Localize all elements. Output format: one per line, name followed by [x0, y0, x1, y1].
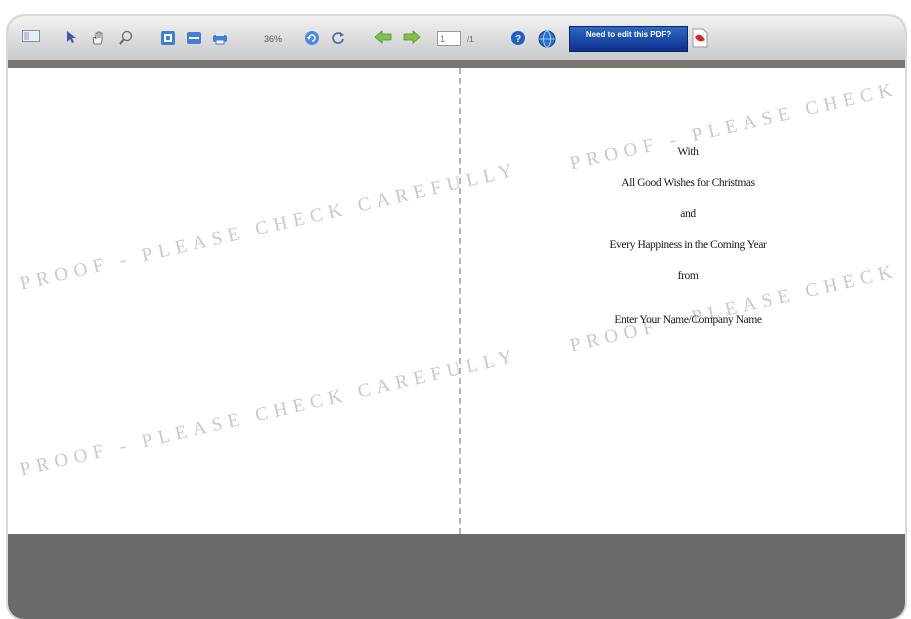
pdf-file-icon[interactable]: [692, 28, 708, 53]
card-line: from: [677, 270, 699, 282]
toolbar: 36% /1 ? Need to edit this PDF?: [8, 16, 905, 61]
previous-page-icon[interactable]: [374, 30, 392, 44]
help-icon[interactable]: ?: [510, 30, 526, 46]
next-page-icon[interactable]: [403, 30, 421, 44]
fit-page-icon[interactable]: [160, 30, 176, 46]
toolbar-divider: [8, 60, 905, 68]
page-number-input[interactable]: [437, 31, 461, 46]
card-line: All Good Wishes for Christmas: [621, 177, 755, 189]
fit-width-icon[interactable]: [186, 30, 202, 46]
page-total: /1: [467, 35, 474, 44]
card-line: With: [677, 146, 699, 158]
hand-tool-icon[interactable]: [90, 30, 106, 46]
pdf-viewer-window: 36% /1 ? Need to edit this PDF? PROOF - …: [8, 16, 905, 619]
card-line: Enter Your Name/Company Name: [614, 314, 762, 326]
svg-text:?: ?: [515, 34, 521, 45]
proof-watermark: PROOF - PLEASE CHECK CAREFULLY: [18, 159, 521, 295]
globe-icon[interactable]: [538, 30, 556, 48]
document-page: PROOF - PLEASE CHECK CAREFULLY PROOF - P…: [8, 68, 905, 534]
rotate-left-icon[interactable]: [304, 30, 320, 46]
card-line: Every Happiness in the Coming Year: [609, 239, 767, 251]
rotate-right-icon[interactable]: [330, 30, 346, 46]
card-line: and: [680, 208, 696, 220]
select-tool-icon[interactable]: [64, 30, 78, 44]
fold-line: [459, 68, 461, 534]
zoom-level[interactable]: 36%: [264, 34, 282, 44]
sidebar-toggle-icon[interactable]: [22, 30, 40, 42]
proof-watermark: PROOF - PLEASE CHECK CAREFULLY: [568, 68, 905, 175]
edit-pdf-banner[interactable]: Need to edit this PDF?: [569, 26, 688, 52]
print-icon[interactable]: [212, 30, 228, 46]
proof-watermark: PROOF - PLEASE CHECK CAREFULLY: [18, 345, 521, 481]
zoom-tool-icon[interactable]: [118, 30, 134, 46]
